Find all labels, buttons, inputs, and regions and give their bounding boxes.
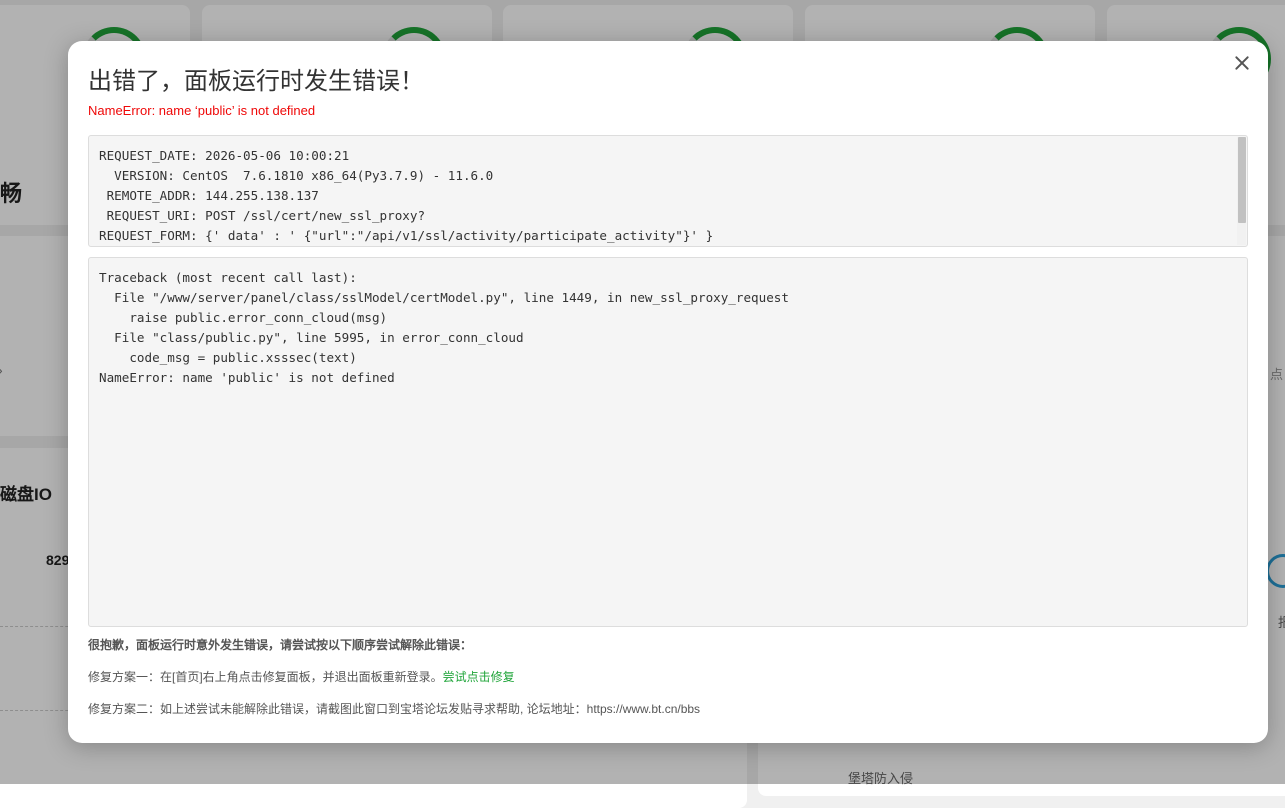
fix-option-1-text: 修复方案一：在[首页]右上角点击修复面板，并退出面板重新登录。 bbox=[88, 670, 443, 684]
request-info-box[interactable]: REQUEST_DATE: 2026-05-06 10:00:21 VERSIO… bbox=[88, 135, 1248, 247]
scrollbar-thumb[interactable] bbox=[1238, 137, 1246, 223]
close-icon[interactable] bbox=[1232, 53, 1252, 73]
error-dialog: 出错了，面板运行时发生错误！ NameError: name ‘public’ … bbox=[68, 41, 1268, 743]
request-info-scrollbar[interactable] bbox=[1237, 137, 1246, 245]
traceback-text: Traceback (most recent call last): File … bbox=[99, 270, 789, 385]
error-summary: NameError: name ‘public’ is not defined bbox=[88, 103, 316, 118]
fix-option-2: 修复方案二：如上述尝试未能解除此错误，请截图此窗口到宝塔论坛发贴寻求帮助, 论坛… bbox=[88, 702, 701, 716]
fix-option-1: 修复方案一：在[首页]右上角点击修复面板，并退出面板重新登录。尝试点击修复 bbox=[88, 668, 515, 685]
dialog-title: 出错了，面板运行时发生错误！ bbox=[88, 68, 424, 95]
traceback-box[interactable]: Traceback (most recent call last): File … bbox=[88, 257, 1248, 627]
request-info-text: REQUEST_DATE: 2026-05-06 10:00:21 VERSIO… bbox=[99, 148, 714, 243]
help-title: 很抱歉，面板运行时意外发生错误，请尝试按以下顺序尝试解除此错误： bbox=[88, 638, 473, 652]
try-fix-link[interactable]: 尝试点击修复 bbox=[443, 670, 515, 684]
